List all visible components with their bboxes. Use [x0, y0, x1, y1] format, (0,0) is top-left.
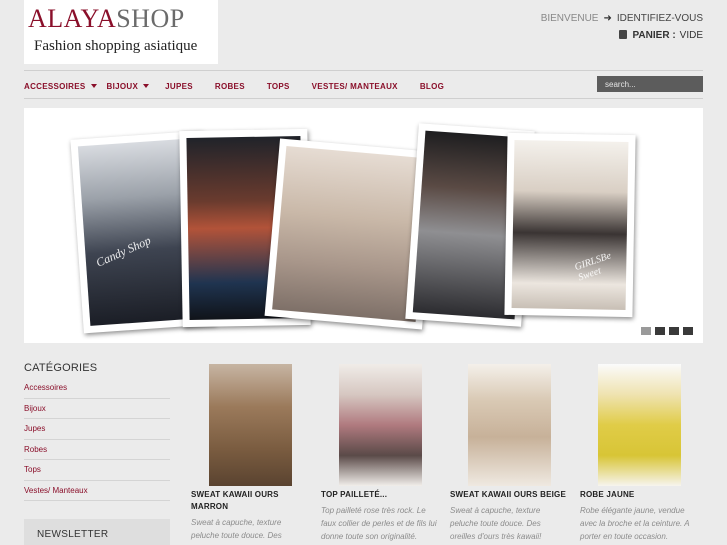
nav-divider-bottom [24, 98, 703, 99]
slider-dot[interactable] [669, 327, 679, 335]
product-card[interactable]: ROBE JAUNE Robe élégante jaune, vendue a… [580, 364, 698, 543]
category-link-vestes-manteaux[interactable]: Vestes/ Manteaux [24, 481, 170, 501]
logo-tagline: Fashion shopping asiatique [34, 38, 198, 54]
logo-brand-part2: SHOP [116, 4, 185, 33]
product-image[interactable] [338, 364, 422, 486]
nav-item-accessoires[interactable]: ACCESSOIRES [24, 82, 97, 91]
caret-down-icon [143, 84, 150, 88]
slider-pagination [641, 327, 693, 335]
cart-summary[interactable]: PANIER : VIDE [618, 30, 703, 41]
newsletter-title: NEWSLETTER [37, 529, 109, 540]
category-link-accessoires[interactable]: Accessoires [24, 378, 170, 399]
logo-brand: ALAYASHOP [28, 4, 185, 34]
slider-photo: GIRLSBe Sweet [504, 132, 636, 318]
product-description: Robe élégante jaune, vendue avec la broc… [580, 506, 690, 541]
shopping-bag-icon [618, 30, 627, 39]
product-card[interactable]: SWEAT KAWAII OURS BEIGE Sweat à capuche,… [450, 364, 568, 543]
hero-slider[interactable]: Candy Shop GIRLSBe Sweet [24, 108, 703, 343]
main-nav: ACCESSOIRES BIJOUX JUPES ROBES TOPS VEST… [24, 80, 466, 92]
product-image[interactable] [467, 364, 551, 486]
newsletter-box: NEWSLETTER [24, 519, 170, 545]
product-name[interactable]: SWEAT KAWAII OURS MARRON [191, 489, 309, 513]
account-links: BIENVENUE ➜ IDENTIFIEZ-VOUS [541, 13, 703, 24]
nav-item-tops[interactable]: TOPS [267, 82, 290, 91]
slider-dot[interactable] [683, 327, 693, 335]
product-description: Top pailleté rose très rock. Le faux col… [321, 506, 437, 541]
nav-item-robes[interactable]: ROBES [215, 82, 245, 91]
cart-value: VIDE [679, 30, 703, 41]
product-card[interactable]: SWEAT KAWAII OURS MARRON Sweat à capuche… [191, 364, 309, 542]
category-link-tops[interactable]: Tops [24, 460, 170, 481]
slider-dot[interactable] [655, 327, 665, 335]
model-image [511, 140, 629, 310]
nav-item-label: ACCESSOIRES [24, 81, 86, 91]
product-card[interactable]: TOP PAILLETÉ... Top pailleté rose très r… [321, 364, 439, 543]
nav-item-vestes-manteaux[interactable]: VESTES/ MANTEAUX [312, 82, 398, 91]
category-link-robes[interactable]: Robes [24, 440, 170, 460]
nav-item-blog[interactable]: BLOG [420, 82, 444, 91]
welcome-text: BIENVENUE [540, 13, 599, 24]
cart-label: PANIER : [632, 30, 676, 41]
caret-down-icon [90, 84, 97, 88]
nav-item-bijoux[interactable]: BIJOUX [107, 82, 150, 91]
search-input[interactable] [597, 76, 703, 92]
nav-divider-top [24, 70, 703, 71]
product-image[interactable] [597, 364, 681, 486]
category-link-jupes[interactable]: Jupes [24, 419, 170, 440]
product-description: Sweat à capuche, texture peluche toute d… [191, 518, 282, 540]
product-description: Sweat à capuche, texture peluche toute d… [450, 506, 542, 541]
category-link-bijoux[interactable]: Bijoux [24, 399, 170, 419]
categories-title: CATÉGORIES [24, 362, 98, 374]
login-link[interactable]: IDENTIFIEZ-VOUS [617, 13, 703, 24]
arrow-right-icon: ➜ [603, 13, 612, 24]
slider-dot[interactable] [641, 327, 651, 335]
product-name[interactable]: TOP PAILLETÉ... [321, 489, 439, 501]
product-image[interactable] [208, 364, 292, 486]
product-name[interactable]: SWEAT KAWAII OURS BEIGE [450, 489, 568, 501]
site-logo[interactable]: ALAYASHOP Fashion shopping asiatique [24, 0, 218, 64]
nav-item-jupes[interactable]: JUPES [165, 82, 193, 91]
categories-list: Accessoires Bijoux Jupes Robes Tops Vest… [24, 378, 170, 501]
logo-brand-part1: ALAYA [28, 4, 117, 33]
nav-item-label: BIJOUX [106, 81, 139, 91]
product-name[interactable]: ROBE JAUNE [580, 489, 698, 501]
